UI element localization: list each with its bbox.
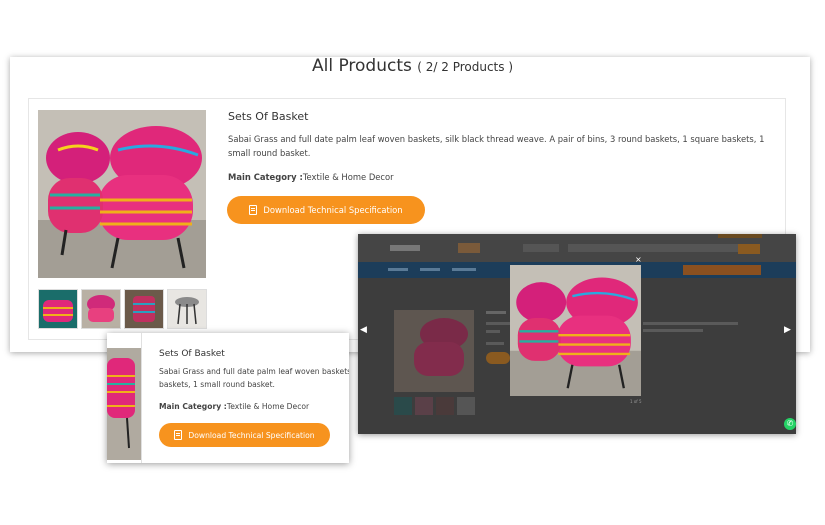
dimmed-desc bbox=[486, 330, 500, 333]
site-nav-item bbox=[452, 268, 476, 271]
dimmed-desc bbox=[486, 322, 510, 325]
zoom-divider bbox=[141, 333, 142, 463]
lightbox-image bbox=[510, 265, 641, 396]
chevron-left-icon[interactable]: ◀ bbox=[360, 325, 367, 336]
zoomed-category-label: Main Category : bbox=[159, 402, 227, 411]
dimmed-desc-right bbox=[643, 322, 738, 325]
image-lightbox: × ◀ ▶ 1 of 5 bbox=[358, 234, 796, 434]
product-thumbnail[interactable] bbox=[81, 289, 121, 329]
site-nav-cta bbox=[683, 265, 761, 275]
site-dropdown bbox=[523, 244, 559, 252]
download-spec-label: Download Technical Specification bbox=[263, 205, 403, 215]
product-thumbnail[interactable] bbox=[124, 289, 164, 329]
document-icon bbox=[249, 205, 258, 215]
product-description: Sabai Grass and full date palm leaf wove… bbox=[228, 134, 765, 158]
download-spec-button[interactable]: Download Technical Specification bbox=[227, 196, 425, 224]
page-title-text: All Products bbox=[311, 56, 412, 76]
close-icon[interactable]: × bbox=[635, 254, 642, 265]
zoomed-product-image bbox=[107, 348, 141, 460]
dimmed-download-button bbox=[486, 352, 510, 364]
product-main-image[interactable] bbox=[38, 110, 206, 278]
zoomed-desc-line: baskets, 1 small round basket. bbox=[159, 379, 275, 389]
product-title[interactable]: Sets Of Basket bbox=[228, 110, 308, 123]
dimmed-thumbnail bbox=[394, 397, 412, 415]
whatsapp-icon[interactable]: ✆ bbox=[784, 418, 796, 430]
dimmed-product-image bbox=[394, 310, 474, 392]
zoomed-download-spec-button[interactable]: Download Technical Specification bbox=[159, 423, 330, 447]
dimmed-thumbnail bbox=[415, 397, 433, 415]
page-title: All Products ( 2/ 2 Products ) bbox=[0, 56, 825, 76]
dimmed-title bbox=[486, 311, 506, 314]
site-nav-item bbox=[388, 268, 408, 271]
dimmed-thumbnail bbox=[436, 397, 454, 415]
category-label: Main Category : bbox=[228, 172, 303, 182]
product-count: ( 2/ 2 Products ) bbox=[417, 60, 514, 74]
zoomed-product-title: Sets Of Basket bbox=[159, 349, 225, 359]
site-badge bbox=[458, 243, 480, 253]
lightbox-counter: 1 of 5 bbox=[630, 399, 642, 404]
site-top-button bbox=[718, 234, 762, 238]
zoomed-product-description: Sabai Grass and full date palm leaf wove… bbox=[159, 366, 349, 394]
product-thumbnail[interactable] bbox=[38, 289, 78, 329]
document-icon bbox=[174, 430, 183, 440]
site-search-button bbox=[738, 244, 760, 254]
site-logo bbox=[390, 245, 420, 251]
category-value: Textile & Home Decor bbox=[302, 172, 394, 182]
product-category: Main Category :Textile & Home Decor bbox=[228, 172, 394, 182]
site-nav-item bbox=[420, 268, 440, 271]
chevron-right-icon[interactable]: ▶ bbox=[784, 325, 791, 336]
zoomed-category-value: Textile & Home Decor bbox=[226, 402, 310, 411]
dimmed-thumbnail bbox=[457, 397, 475, 415]
zoomed-product-category: Main Category :Textile & Home Decor bbox=[159, 402, 309, 411]
site-search-input bbox=[568, 244, 738, 252]
zoomed-download-spec-label: Download Technical Specification bbox=[188, 430, 315, 440]
product-thumbnail[interactable] bbox=[167, 289, 207, 329]
dimmed-desc-right bbox=[643, 329, 703, 332]
dimmed-category bbox=[486, 342, 504, 345]
zoomed-desc-line: Sabai Grass and full date palm leaf wove… bbox=[159, 367, 349, 376]
